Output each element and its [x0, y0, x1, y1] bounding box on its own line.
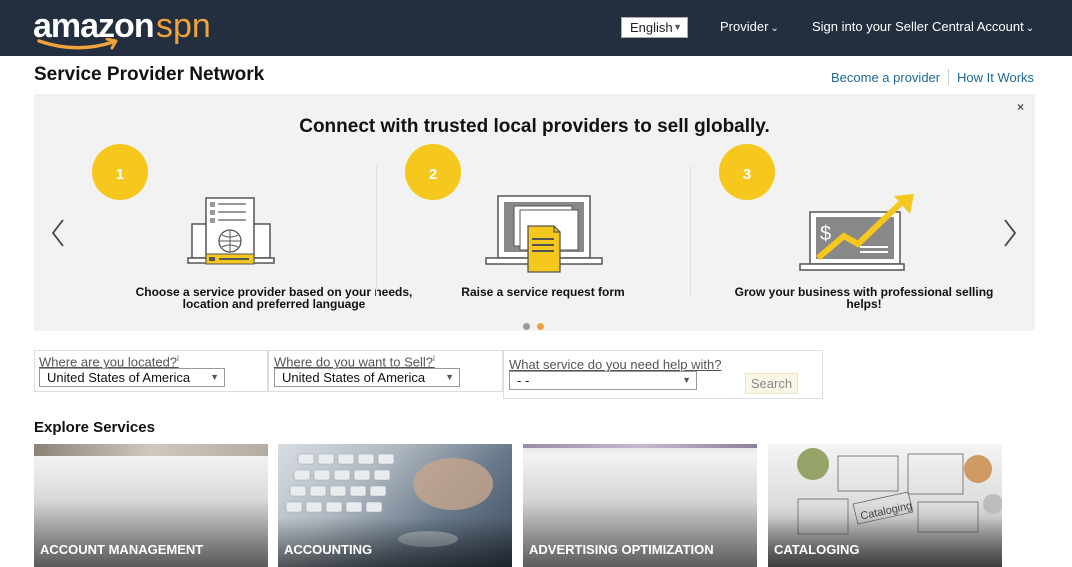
provider-menu-label: Provider: [720, 19, 769, 34]
card-image-strip: [34, 444, 268, 456]
service-card-label: ACCOUNTING: [284, 542, 373, 557]
svg-text:$: $: [820, 223, 831, 245]
chevron-down-icon: ▼: [210, 372, 219, 382]
step-caption-2: Raise a service request form: [384, 286, 702, 298]
carousel-next-arrow-icon[interactable]: [1002, 218, 1018, 248]
carousel-headline: Connect with trusted local providers to …: [299, 116, 770, 137]
chevron-down-icon: ▼: [682, 375, 691, 385]
location-select-value: United States of America: [47, 370, 191, 385]
step-caption-line: helps!: [846, 297, 882, 311]
chevron-down-icon: ⌄: [1025, 23, 1035, 34]
step-number-badge: 3: [719, 144, 775, 200]
service-card-advertising-optimization[interactable]: ADVERTISING OPTIMIZATION: [523, 444, 757, 567]
service-card-cataloging[interactable]: Cataloging CATALOGING: [768, 444, 1002, 567]
language-select[interactable]: English ▼: [621, 17, 688, 38]
chevron-down-icon: ▼: [445, 372, 454, 382]
service-card-accounting[interactable]: ACCOUNTING: [278, 444, 512, 567]
step-divider: [376, 166, 377, 296]
become-provider-link[interactable]: Become a provider: [831, 70, 940, 85]
seller-central-signin-label: Sign into your Seller Central Account: [812, 19, 1024, 34]
service-card-account-management[interactable]: ACCOUNT MANAGEMENT: [34, 444, 268, 567]
step-number-badge: 1: [92, 144, 148, 200]
step-divider: [690, 166, 691, 296]
page-title: Service Provider Network: [34, 64, 265, 85]
carousel-dot[interactable]: [523, 323, 530, 330]
carousel-dot-active[interactable]: [537, 323, 544, 330]
location-select[interactable]: United States of America ▼: [39, 368, 225, 387]
provider-menu[interactable]: Provider ⌄: [720, 19, 779, 34]
service-label: What service do you need help with?: [509, 357, 722, 372]
sell-select[interactable]: United States of America ▼: [274, 368, 460, 387]
language-select-value: English: [630, 20, 673, 35]
info-icon[interactable]: i: [433, 354, 435, 363]
service-select[interactable]: - - ▼: [509, 371, 697, 390]
amazon-smile-icon: [37, 38, 118, 50]
step-caption-line: location and preferred language: [182, 297, 366, 311]
seller-central-signin-menu[interactable]: Sign into your Seller Central Account ⌄: [812, 19, 1034, 34]
top-navigation-bar: amazon spn English ▼ Provider ⌄ Sign into…: [0, 0, 1072, 56]
carousel-prev-arrow-icon[interactable]: [50, 218, 66, 248]
provider-document-icon: [187, 197, 275, 265]
info-icon[interactable]: i: [177, 354, 179, 363]
link-divider: [948, 69, 949, 85]
logo-wordmark-spn: spn: [156, 7, 211, 45]
close-icon[interactable]: ×: [1017, 100, 1024, 114]
service-card-label: ADVERTISING OPTIMIZATION: [529, 542, 714, 557]
search-button[interactable]: Search: [745, 373, 798, 394]
how-it-works-carousel: Connect with trusted local providers to …: [34, 94, 1035, 331]
explore-services-heading: Explore Services: [34, 419, 155, 436]
service-select-value: - -: [517, 373, 530, 388]
growth-chart-icon: $: [799, 194, 914, 271]
service-card-label: CATALOGING: [774, 542, 860, 557]
card-image-strip: [523, 444, 757, 448]
step-caption-3: Grow your business with professional sel…: [699, 286, 1029, 310]
sell-select-value: United States of America: [282, 370, 426, 385]
service-card-label: ACCOUNT MANAGEMENT: [40, 542, 204, 557]
chevron-down-icon: ▼: [673, 22, 682, 32]
step-number-badge: 2: [405, 144, 461, 200]
step-caption-line: Raise a service request form: [461, 285, 625, 299]
how-it-works-link[interactable]: How It Works: [957, 70, 1034, 85]
chevron-down-icon: ⌄: [770, 23, 779, 34]
request-form-icon: [485, 195, 603, 273]
